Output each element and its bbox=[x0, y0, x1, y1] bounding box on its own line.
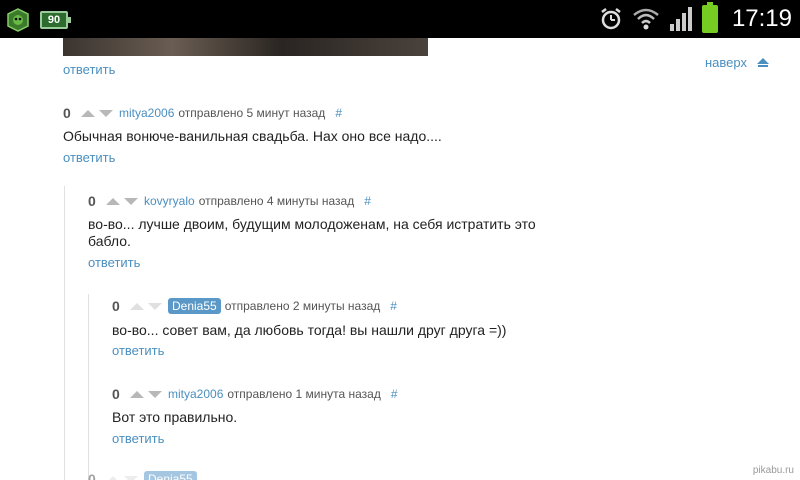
upvote-icon[interactable] bbox=[130, 302, 144, 310]
comment-text-line: бабло. bbox=[88, 233, 131, 249]
downvote-icon[interactable] bbox=[148, 302, 162, 310]
comments-area: ответить наверх 0 mitya2006 отправлено 5… bbox=[0, 38, 800, 480]
comment-meta: 0 Denia55 bbox=[88, 471, 201, 480]
comment-author[interactable]: Denia55 bbox=[168, 298, 221, 314]
downvote-icon[interactable] bbox=[124, 197, 138, 205]
to-top-button[interactable]: наверх bbox=[705, 55, 769, 70]
thread-line-level-2 bbox=[88, 294, 89, 480]
comment-text-line: во-во... лучше двоим, будущим молодожена… bbox=[88, 216, 536, 232]
reply-link[interactable]: ответить bbox=[63, 62, 115, 77]
battery-indicator-small: 90 bbox=[40, 11, 71, 29]
comment-rating: 0 bbox=[112, 298, 120, 314]
battery-level-text: 90 bbox=[40, 11, 68, 29]
downvote-icon[interactable] bbox=[124, 475, 138, 480]
post-image-fragment bbox=[63, 38, 428, 56]
comment-rating: 0 bbox=[88, 193, 96, 209]
thread-line-level-1 bbox=[64, 186, 65, 480]
reply-link[interactable]: ответить bbox=[88, 255, 140, 270]
app-icon bbox=[7, 8, 29, 32]
comment-text: Вот это правильно. bbox=[112, 409, 238, 425]
comment-time: отправлено 2 минуты назад bbox=[224, 299, 381, 313]
battery-icon bbox=[701, 2, 718, 33]
watermark: pikabu.ru bbox=[752, 465, 794, 476]
comment-permalink[interactable]: # bbox=[335, 106, 342, 120]
comment-meta: 0 mitya2006 отправлено 5 минут назад # bbox=[63, 105, 342, 121]
comment-text: Обычная вонюче-ванильная свадьба. Нах он… bbox=[63, 128, 442, 144]
comment-meta: 0 Denia55 отправлено 2 минуты назад # bbox=[112, 298, 397, 314]
comment-text: во-во... лучше двоим, будущим молодожена… bbox=[88, 216, 536, 250]
alarm-icon bbox=[601, 8, 621, 30]
status-bar: 90 17:19 bbox=[0, 0, 800, 38]
downvote-icon[interactable] bbox=[148, 390, 162, 398]
comment-rating: 0 bbox=[63, 105, 71, 121]
comment-permalink[interactable]: # bbox=[391, 387, 398, 401]
signal-icon bbox=[669, 7, 692, 31]
upvote-icon[interactable] bbox=[81, 109, 95, 117]
comment-rating: 0 bbox=[112, 386, 120, 402]
comment-author[interactable]: kovyryalo bbox=[144, 194, 195, 208]
comment-permalink[interactable]: # bbox=[390, 299, 397, 313]
comment-time: отправлено 5 минут назад bbox=[178, 106, 326, 120]
reply-link[interactable]: ответить bbox=[112, 431, 164, 446]
comment-time: отправлено 4 минуты назад bbox=[198, 194, 355, 208]
upvote-icon[interactable] bbox=[106, 475, 120, 480]
reply-link[interactable]: ответить bbox=[63, 150, 115, 165]
comment-permalink[interactable]: # bbox=[364, 194, 371, 208]
downvote-icon[interactable] bbox=[99, 109, 113, 117]
comment-meta: 0 kovyryalo отправлено 4 минуты назад # bbox=[88, 193, 371, 209]
upvote-icon[interactable] bbox=[130, 390, 144, 398]
reply-link[interactable]: ответить bbox=[112, 343, 164, 358]
clock: 17:19 bbox=[731, 5, 792, 32]
wifi-icon bbox=[633, 8, 659, 30]
comment-author[interactable]: Denia55 bbox=[144, 471, 197, 480]
arrow-up-icon bbox=[756, 58, 769, 67]
comment-time: отправлено 1 минута назад bbox=[227, 387, 381, 401]
comment-rating: 0 bbox=[88, 471, 96, 480]
comment-author[interactable]: mitya2006 bbox=[119, 106, 174, 120]
comment-text: во-во... совет вам, да любовь тогда! вы … bbox=[112, 322, 507, 338]
comment-author[interactable]: mitya2006 bbox=[168, 387, 223, 401]
comment-meta: 0 mitya2006 отправлено 1 минута назад # bbox=[112, 386, 398, 402]
to-top-label[interactable]: наверх bbox=[705, 55, 747, 70]
upvote-icon[interactable] bbox=[106, 197, 120, 205]
